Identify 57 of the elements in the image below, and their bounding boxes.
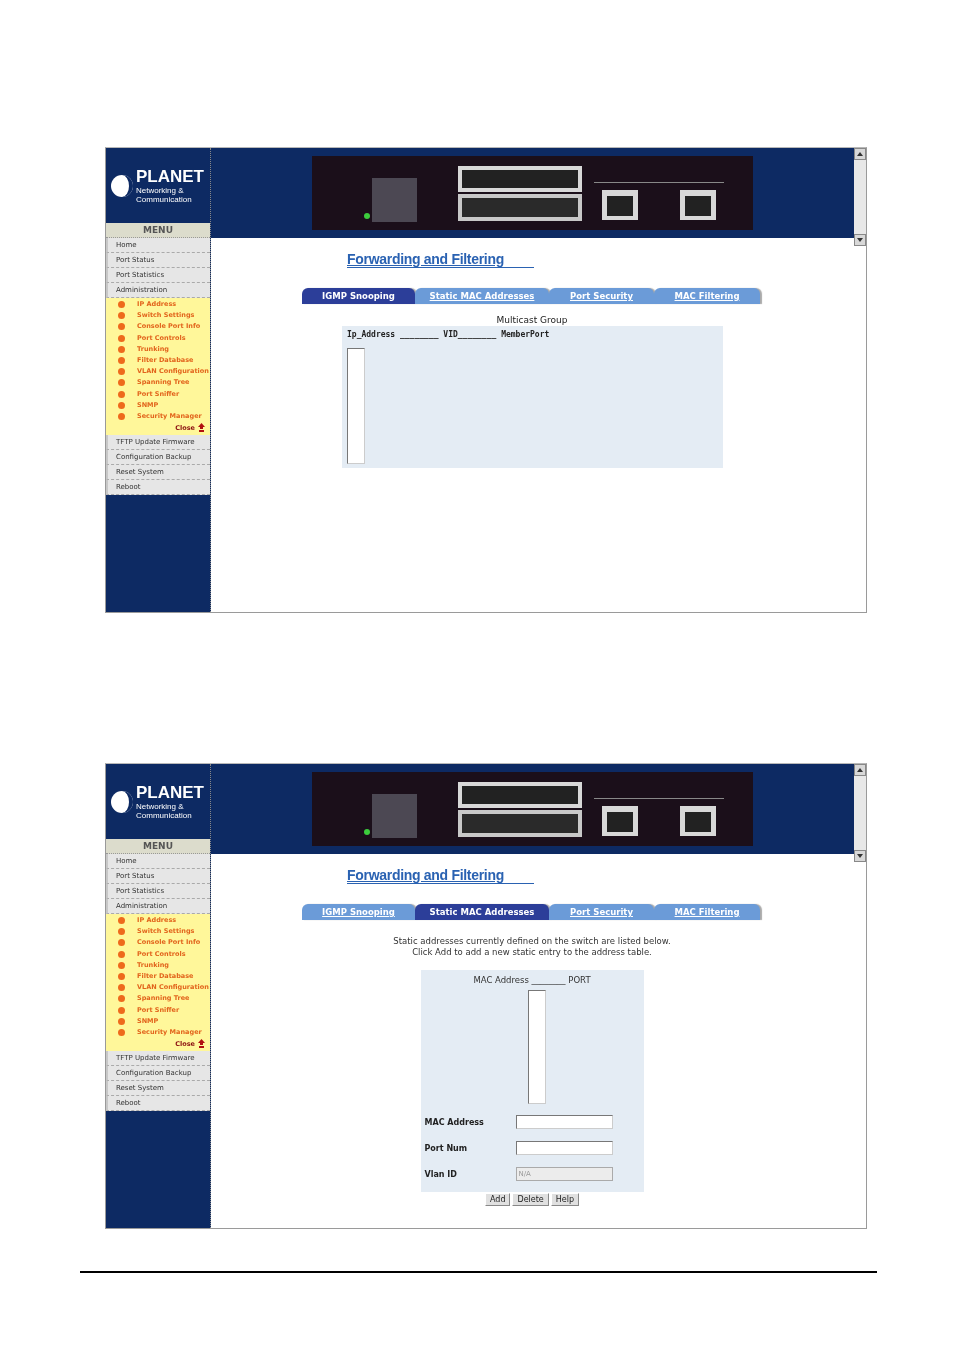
input-field[interactable] (515, 1115, 613, 1129)
description-text: Click Add to add a new static entry to the address table. (412, 947, 652, 958)
up-arrow-icon (198, 1039, 205, 1049)
logo-text: PLANET (136, 783, 205, 802)
bullet-icon (118, 412, 125, 420)
bullet-icon (118, 939, 125, 947)
description-text: Static addresses currently defined on the switch are listed below. (393, 936, 671, 947)
bullet-icon (118, 984, 125, 992)
bullet-icon (118, 961, 125, 969)
menu-header: MENU (106, 223, 210, 238)
button[interactable]: Delete (512, 1193, 549, 1206)
bullet-icon (118, 379, 125, 387)
tab[interactable]: IGMP Snooping (302, 288, 415, 304)
up-arrow-icon (198, 423, 205, 433)
globe-icon (110, 789, 134, 814)
list-box[interactable] (527, 990, 546, 1104)
page-title: Forwarding and Filtering (347, 251, 534, 268)
table-caption: Multicast Group (496, 314, 568, 326)
bullet-icon (118, 917, 125, 925)
bullet-icon (118, 928, 125, 936)
column-headers: MAC Address ________ PORT (472, 974, 592, 986)
field-label: MAC Address (424, 1117, 485, 1127)
tab[interactable]: Static MAC Addresses (415, 288, 549, 304)
bullet-icon (118, 950, 125, 958)
button[interactable]: Help (550, 1193, 579, 1206)
bullet-icon (118, 1017, 125, 1025)
bullet-icon (118, 401, 125, 409)
tab[interactable]: MAC Filtering (654, 288, 760, 304)
bullet-icon (118, 334, 125, 342)
logo-tagline: Networking & Communication (136, 185, 193, 204)
bullet-icon (118, 973, 125, 981)
bullet-icon (118, 312, 125, 320)
bullet-icon (118, 390, 125, 398)
bullet-icon (118, 345, 125, 353)
menu-header: MENU (106, 839, 210, 854)
logo-tagline: Networking & Communication (136, 801, 193, 820)
field-label: Port Num (424, 1143, 469, 1153)
tab[interactable]: Port Security (549, 904, 654, 920)
field-label: Vlan ID (424, 1169, 458, 1179)
input-field[interactable] (515, 1141, 613, 1155)
bullet-icon (118, 995, 125, 1003)
bullet-icon (118, 301, 125, 309)
tab[interactable]: IGMP Snooping (302, 904, 415, 920)
globe-icon (110, 173, 134, 198)
tab[interactable]: MAC Filtering (654, 904, 760, 920)
list-box[interactable] (347, 348, 365, 464)
page-title: Forwarding and Filtering (347, 867, 534, 884)
bullet-icon (118, 357, 125, 365)
bullet-icon (118, 1028, 125, 1036)
column-headers: Ip_Address ________ VID________ MemberPort (347, 329, 551, 341)
bullet-icon (118, 323, 125, 331)
button[interactable]: Add (484, 1193, 511, 1206)
tab[interactable]: Port Security (549, 288, 654, 304)
logo-text: PLANET (136, 167, 205, 186)
bullet-icon (118, 368, 125, 376)
bullet-icon (118, 1006, 125, 1014)
tab[interactable]: Static MAC Addresses (415, 904, 549, 920)
